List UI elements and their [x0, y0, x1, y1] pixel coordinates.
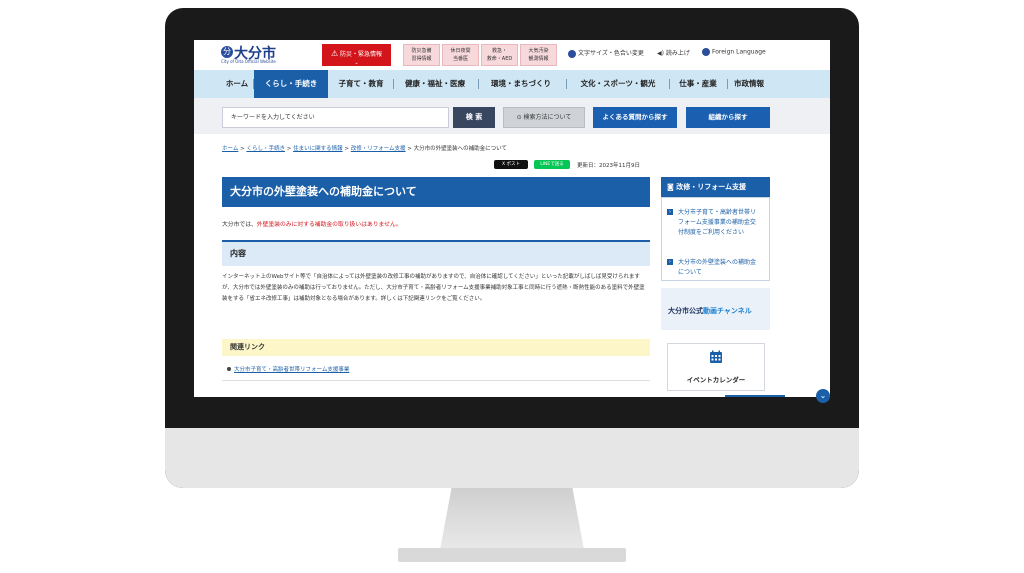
foreign-language-link[interactable]: Foreign Language — [702, 48, 766, 56]
nav-divider — [727, 79, 728, 89]
text-size-icon — [568, 49, 576, 58]
faq-search-button[interactable]: よくある質問から探す — [593, 107, 677, 128]
sidebar-links: › 大分市子育て・高齢者世帯リフォーム支援事業の補助金交付制度をご利用ください ›… — [661, 197, 770, 281]
holiday-doctor-line1: 休日夜間 — [450, 48, 471, 54]
read-aloud-link[interactable]: ◀) 読み上げ — [657, 48, 690, 57]
arrow-right-icon: › — [667, 209, 673, 215]
nav-item-city-info[interactable]: 市政情報 — [730, 70, 768, 98]
breadcrumb-home[interactable]: ホーム — [222, 146, 238, 152]
breadcrumb-separator: > — [405, 146, 414, 152]
breadcrumb-reform[interactable]: 改修・リフォーム支援 — [351, 146, 406, 152]
related-links-heading: 関連リンク — [222, 339, 650, 356]
nav-item-work[interactable]: 仕事・産業 — [672, 70, 724, 98]
site-header: 分 大分市 City of Oita Official Website ⚠ 防災… — [194, 40, 830, 70]
disaster-prep-button[interactable]: 防災急備 習得情報 — [403, 44, 440, 66]
sidebar-heading: ◙ 改修・リフォーム支援 — [661, 177, 770, 197]
divider — [222, 380, 650, 381]
page-title: 大分市の外壁塗装への補助金について — [222, 177, 650, 207]
sidebar-link-reform-subsidy[interactable]: › 大分市子育て・高齢者世帯リフォーム支援事業の補助金交付制度をご利用ください — [667, 208, 760, 238]
nav-divider — [669, 79, 670, 89]
breadcrumb-living[interactable]: くらし・手続き — [246, 146, 285, 152]
sidebar-heading-icon: ◙ — [667, 183, 677, 191]
air-pollution-button[interactable]: 大気汚染 観測情報 — [520, 44, 557, 66]
city-emblem-icon[interactable]: 分 — [221, 46, 233, 58]
breadcrumb-separator: > — [284, 146, 294, 152]
page-note: 大分市では、外壁塗装のみに対する補助金の取り扱いはありません。 — [222, 219, 402, 228]
globe-icon — [702, 48, 710, 56]
global-nav: ホーム くらし・手続き 子育て・教育 健康・福祉・医療 環境・まちづくり 文化・… — [194, 70, 830, 98]
emergency-aed-button[interactable]: 救急・救命・AED — [481, 44, 518, 66]
section-heading-content: 内容 — [222, 240, 650, 266]
calendar-icon — [710, 350, 722, 363]
arrow-right-icon: › — [667, 259, 673, 265]
video-channel-prefix: 大分市公式 — [668, 307, 703, 315]
breadcrumb: ホーム > くらし・手続き > 住まいに関する情報 > 改修・リフォーム支援 >… — [222, 144, 507, 152]
content-body: インターネット上のWebサイト等で「自治体によっては外壁塗装の改修工事の補助があ… — [222, 274, 645, 302]
sidebar-blue-bar — [725, 395, 785, 397]
emergency-aed-line2: 救命・AED — [486, 56, 513, 62]
nav-item-culture[interactable]: 文化・スポーツ・観光 — [570, 70, 666, 98]
holiday-doctor-line2: 当番医 — [452, 56, 468, 62]
speaker-icon: ◀) — [657, 50, 664, 57]
related-link-reform[interactable]: 大分市子育て・高齢者世帯リフォーム支援事業 — [234, 365, 349, 373]
video-channel-label[interactable]: 大分市公式動画チャンネル — [668, 306, 752, 316]
disaster-prep-line1: 防災急備 — [411, 48, 432, 54]
note-prefix: 大分市では、 — [222, 222, 257, 228]
monitor-stand-base — [398, 548, 626, 562]
emergency-info-button[interactable]: ⚠ 防災・緊急情報 ⌄ — [322, 44, 391, 66]
nav-divider — [393, 79, 394, 89]
read-aloud-label: 読み上げ — [665, 50, 690, 57]
bullet-icon — [227, 367, 231, 371]
search-input[interactable]: キーワードを入力してください — [222, 107, 449, 128]
site-logo-subtitle: City of Oita Official Website — [221, 59, 276, 64]
nav-item-health[interactable]: 健康・福祉・医療 — [396, 70, 474, 98]
sidebar-heading-label: 改修・リフォーム支援 — [676, 183, 747, 191]
emergency-aed-line1: 救急・ — [491, 48, 507, 54]
monitor-chin — [165, 428, 859, 488]
text-size-label: 文字サイズ・色合い変更 — [578, 50, 644, 57]
updated-date: 更新日：2023年11月9日 — [577, 163, 640, 169]
video-channel-highlight: 動画チャンネル — [703, 307, 752, 315]
text-size-link[interactable]: 文字サイズ・色合い変更 — [568, 48, 644, 58]
breadcrumb-separator: > — [342, 146, 351, 152]
sidebar-link-label: 大分市の外壁塗装への補助金について — [678, 259, 757, 276]
nav-divider — [478, 79, 479, 89]
breadcrumb-current: 大分市の外壁塗装への補助金について — [413, 146, 507, 152]
org-search-button[interactable]: 組織から探す — [686, 107, 770, 128]
nav-item-childcare[interactable]: 子育て・教育 — [332, 70, 390, 98]
nav-item-living[interactable]: くらし・手続き — [254, 70, 328, 98]
nav-item-home[interactable]: ホーム — [222, 70, 252, 98]
sidebar-link-label: 大分市子育て・高齢者世帯リフォーム支援事業の補助金交付制度をご利用ください — [678, 209, 757, 236]
search-help-button[interactable]: ⊙ 検索方法について — [503, 107, 585, 128]
breadcrumb-housing[interactable]: 住まいに関する情報 — [293, 146, 343, 152]
air-pollution-line2: 観測情報 — [528, 56, 549, 62]
holiday-doctor-button[interactable]: 休日夜間 当番医 — [442, 44, 479, 66]
x-post-button[interactable]: X ポスト — [494, 160, 528, 169]
chevron-down-icon: ⌄ — [354, 60, 359, 66]
warning-icon: ⚠ — [330, 49, 339, 58]
line-send-button[interactable]: LINEで送る — [534, 160, 570, 169]
event-calendar-label: イベントカレンダー — [686, 376, 746, 384]
monitor-stand-neck — [440, 488, 584, 550]
note-warning: 外壁塗装のみに対する補助金の取り扱いはありません。 — [256, 222, 402, 228]
emergency-info-label: 防災・緊急情報 — [340, 51, 383, 58]
search-button[interactable]: 検 索 — [453, 107, 495, 128]
disaster-prep-line2: 習得情報 — [411, 56, 432, 62]
sidebar-link-exterior-paint[interactable]: › 大分市の外壁塗装への補助金について — [667, 258, 760, 278]
nav-divider — [566, 79, 567, 89]
page-top-icon[interactable]: ⌄ — [816, 389, 830, 403]
nav-item-environment[interactable]: 環境・まちづくり — [482, 70, 560, 98]
foreign-language-label: Foreign Language — [712, 48, 766, 56]
screen: 分 大分市 City of Oita Official Website ⚠ 防災… — [194, 40, 830, 397]
air-pollution-line1: 大気汚染 — [528, 48, 549, 54]
